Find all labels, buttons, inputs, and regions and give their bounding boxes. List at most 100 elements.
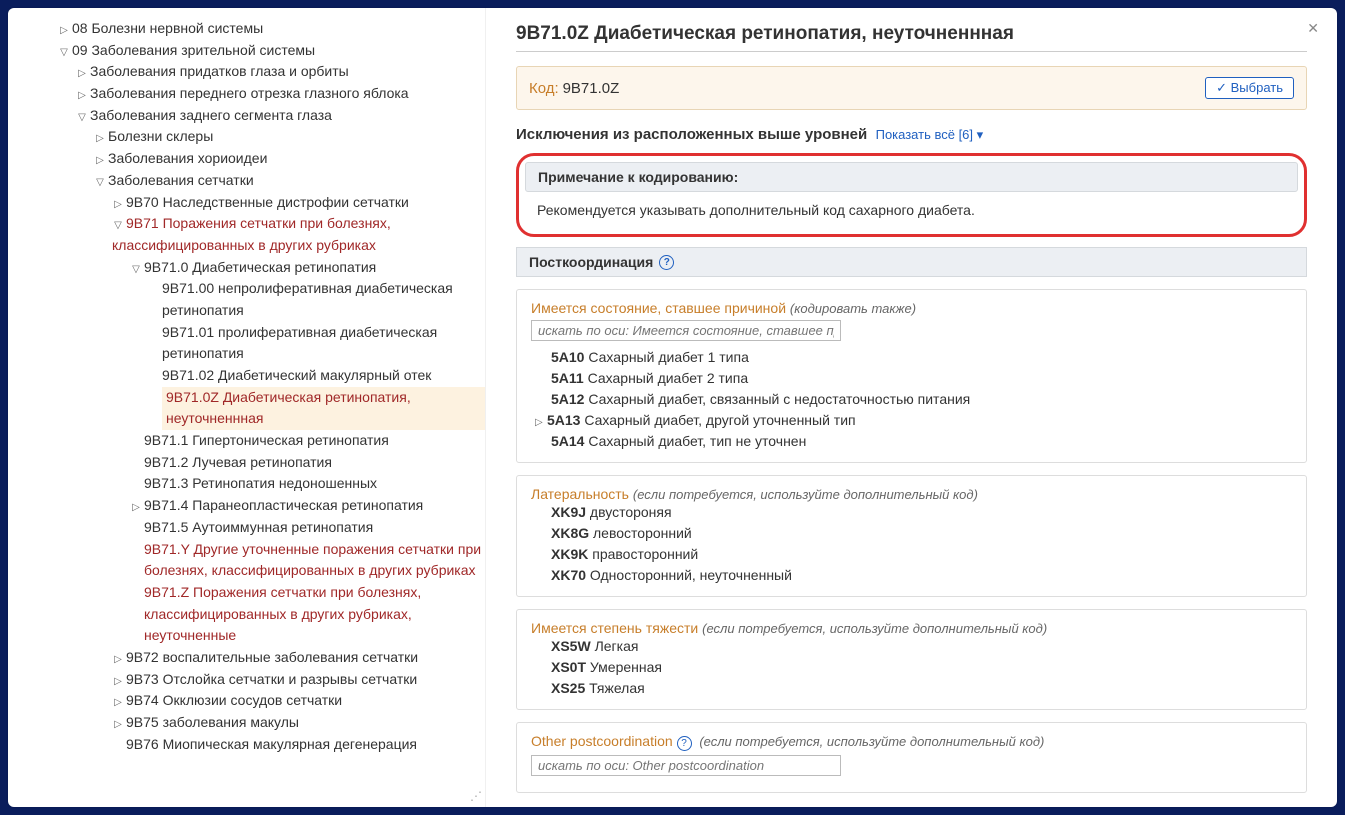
collapse-icon[interactable]: ▽ xyxy=(130,262,142,278)
axis-item[interactable]: 5A12 Сахарный диабет, связанный с недост… xyxy=(551,389,1292,410)
axis-item[interactable]: XK8G левосторонний xyxy=(551,523,1292,544)
tree-item[interactable]: 9B71.Z Поражения сетчатки при болезнях, … xyxy=(144,584,421,643)
select-button[interactable]: ✓ Выбрать xyxy=(1205,77,1294,99)
tree-item[interactable]: 9B70 Наследственные дистрофии сетчатки xyxy=(126,194,409,210)
collapse-icon[interactable]: ▽ xyxy=(94,175,106,191)
tree-item[interactable]: Заболевания заднего сегмента глаза xyxy=(90,107,332,123)
tree-item[interactable]: 9B71.02 Диабетический макулярный отек xyxy=(162,367,431,383)
close-icon[interactable]: ✕ xyxy=(1307,20,1319,37)
resize-handle-icon[interactable]: ⋰ xyxy=(470,789,482,803)
axis-severity: Имеется степень тяжести (если потребуетс… xyxy=(516,609,1307,710)
tree-item[interactable]: Болезни склеры xyxy=(108,128,213,144)
tree-item[interactable]: 9B71.01 пролиферативная диабетическая ре… xyxy=(162,324,437,362)
tree-item[interactable]: 9B71.3 Ретинопатия недоношенных xyxy=(144,475,377,491)
axis-item[interactable]: 5A10 Сахарный диабет 1 типа xyxy=(551,347,1292,368)
axis-item-label: Сахарный диабет 1 типа xyxy=(588,349,749,365)
tree-item[interactable]: 9B76 Миопическая макулярная дегенерация xyxy=(126,736,417,752)
expand-icon[interactable]: ▷ xyxy=(94,131,106,147)
expand-icon[interactable]: ▷ xyxy=(112,717,124,733)
axis-item-label: Сахарный диабет, связанный с недостаточн… xyxy=(588,391,970,407)
tree-item[interactable]: 9B74 Окклюзии сосудов сетчатки xyxy=(126,692,342,708)
divider xyxy=(516,51,1307,52)
axis-item[interactable]: 5A14 Сахарный диабет, тип не уточнен xyxy=(551,431,1292,452)
code-box: Код: 9B71.0Z ✓ Выбрать xyxy=(516,66,1307,110)
axis-item[interactable]: XK9K правосторонний xyxy=(551,544,1292,565)
axis-item[interactable]: ▷5A13 Сахарный диабет, другой уточненный… xyxy=(551,410,1292,431)
collapse-icon[interactable]: ▽ xyxy=(76,110,88,126)
app-header: Инструмент кодирования МКБ-11 xyxy=(0,0,1345,8)
expand-icon[interactable]: ▷ xyxy=(112,695,124,711)
postcoord-label: Посткоординация xyxy=(529,254,653,270)
expand-icon[interactable]: ▷ xyxy=(76,88,88,104)
show-all-link[interactable]: Показать всё [6] ▾ xyxy=(876,127,984,142)
tree-item[interactable]: Заболевания хориоидеи xyxy=(108,150,267,166)
axis-item[interactable]: XK9J двустороняя xyxy=(551,502,1292,523)
tree-item[interactable]: Заболевания придатков глаза и орбиты xyxy=(90,63,349,79)
axis-item-code: XK9K xyxy=(551,546,588,562)
axis-item-code: XS0T xyxy=(551,659,586,675)
modal-window: ✕ ▷08 Болезни нервной системы ▽09 Заболе… xyxy=(8,8,1337,807)
tree-item[interactable]: 9B73 Отслойка сетчатки и разрывы сетчатк… xyxy=(126,671,417,687)
axis-title: Латеральность xyxy=(531,486,629,502)
axis-item-label: Сахарный диабет, тип не уточнен xyxy=(588,433,806,449)
tree-item[interactable]: 9B71.5 Аутоиммунная ретинопатия xyxy=(144,519,373,535)
tree-item[interactable]: 08 Болезни нервной системы xyxy=(72,20,263,36)
tree-item[interactable]: 9B75 заболевания макулы xyxy=(126,714,299,730)
axis-subtitle: (если потребуется, используйте дополните… xyxy=(633,487,978,502)
collapse-icon[interactable]: ▽ xyxy=(58,45,70,61)
tree-item[interactable]: 9B71.Y Другие уточненные поражения сетча… xyxy=(144,541,481,579)
coding-note-header: Примечание к кодированию: xyxy=(525,162,1298,192)
expand-icon[interactable]: ▷ xyxy=(58,23,70,39)
axis-item-label: Односторонний, неуточненный xyxy=(590,567,792,583)
axis-item-code: 5A12 xyxy=(551,391,584,407)
axis-laterality: Латеральность (если потребуется, использ… xyxy=(516,475,1307,597)
expand-icon[interactable]: ▷ xyxy=(112,652,124,668)
axis-has-causing-condition: Имеется состояние, ставшее причиной (код… xyxy=(516,289,1307,463)
collapse-icon[interactable]: ▽ xyxy=(112,218,124,234)
axis-item-code: XS5W xyxy=(551,638,591,654)
axis-item-label: Умеренная xyxy=(590,659,662,675)
axis-item[interactable]: XS0T Умеренная xyxy=(551,657,1292,678)
axis-other: Other postcoordination ? (если потребует… xyxy=(516,722,1307,793)
axis-item-code: 5A13 xyxy=(547,412,580,428)
tree-item[interactable]: 09 Заболевания зрительной системы xyxy=(72,42,315,58)
expand-icon[interactable]: ▷ xyxy=(94,153,106,169)
main-content: 9B71.0Z Диабетическая ретинопатия, неуто… xyxy=(486,8,1337,807)
axis-item[interactable]: XS5W Легкая xyxy=(551,636,1292,657)
tree-item[interactable]: 9B71.00 непролиферативная диабетическая … xyxy=(162,280,453,318)
tree-item-selected[interactable]: 9B71.0Z Диабетическая ретинопатия, неуто… xyxy=(162,387,485,430)
tree-item[interactable]: 9B72 воспалительные заболевания сетчатки xyxy=(126,649,418,665)
page-title: 9B71.0Z Диабетическая ретинопатия, неуто… xyxy=(516,23,1307,45)
exclusions-label: Исключения из расположенных выше уровней xyxy=(516,126,867,143)
axis-item-label: Тяжелая xyxy=(589,680,645,696)
expand-icon[interactable]: ▷ xyxy=(535,415,547,430)
help-icon[interactable]: ? xyxy=(659,255,674,270)
axis-item-code: XK70 xyxy=(551,567,586,583)
expand-icon[interactable]: ▷ xyxy=(130,500,142,516)
tree-item[interactable]: 9B71.0 Диабетическая ретинопатия xyxy=(144,259,376,275)
axis-item-code: 5A11 xyxy=(551,370,584,386)
axis-item-label: двустороняя xyxy=(590,504,672,520)
help-icon[interactable]: ? xyxy=(677,736,692,751)
axis-item[interactable]: XS25 Тяжелая xyxy=(551,678,1292,699)
exclusions-row: Исключения из расположенных выше уровней… xyxy=(516,126,1307,143)
tree-item[interactable]: 9B71.2 Лучевая ретинопатия xyxy=(144,454,332,470)
tree-item[interactable]: Заболевания переднего отрезка глазного я… xyxy=(90,85,409,101)
axis-item-label: Сахарный диабет 2 типа xyxy=(588,370,749,386)
coding-note-body: Рекомендуется указывать дополнительный к… xyxy=(525,192,1298,228)
axis-item[interactable]: 5A11 Сахарный диабет 2 типа xyxy=(551,368,1292,389)
expand-icon[interactable]: ▷ xyxy=(76,66,88,82)
axis-search-input[interactable] xyxy=(531,320,841,341)
tree-sidebar: ▷08 Болезни нервной системы ▽09 Заболева… xyxy=(8,8,486,807)
tree-item[interactable]: 9B71.1 Гипертоническая ретинопатия xyxy=(144,432,389,448)
tree-item[interactable]: 9B71 Поражения сетчатки при болезнях, кл… xyxy=(112,215,391,253)
expand-icon[interactable]: ▷ xyxy=(112,674,124,690)
axis-item-code: 5A10 xyxy=(551,349,584,365)
axis-item[interactable]: XK70 Односторонний, неуточненный xyxy=(551,565,1292,586)
tree-item[interactable]: Заболевания сетчатки xyxy=(108,172,254,188)
axis-item-label: Сахарный диабет, другой уточненный тип xyxy=(584,412,855,428)
axis-search-input[interactable] xyxy=(531,755,841,776)
coding-note-highlight: Примечание к кодированию: Рекомендуется … xyxy=(516,153,1307,237)
tree-item[interactable]: 9B71.4 Паранеопластическая ретинопатия xyxy=(144,497,423,513)
expand-icon[interactable]: ▷ xyxy=(112,197,124,213)
